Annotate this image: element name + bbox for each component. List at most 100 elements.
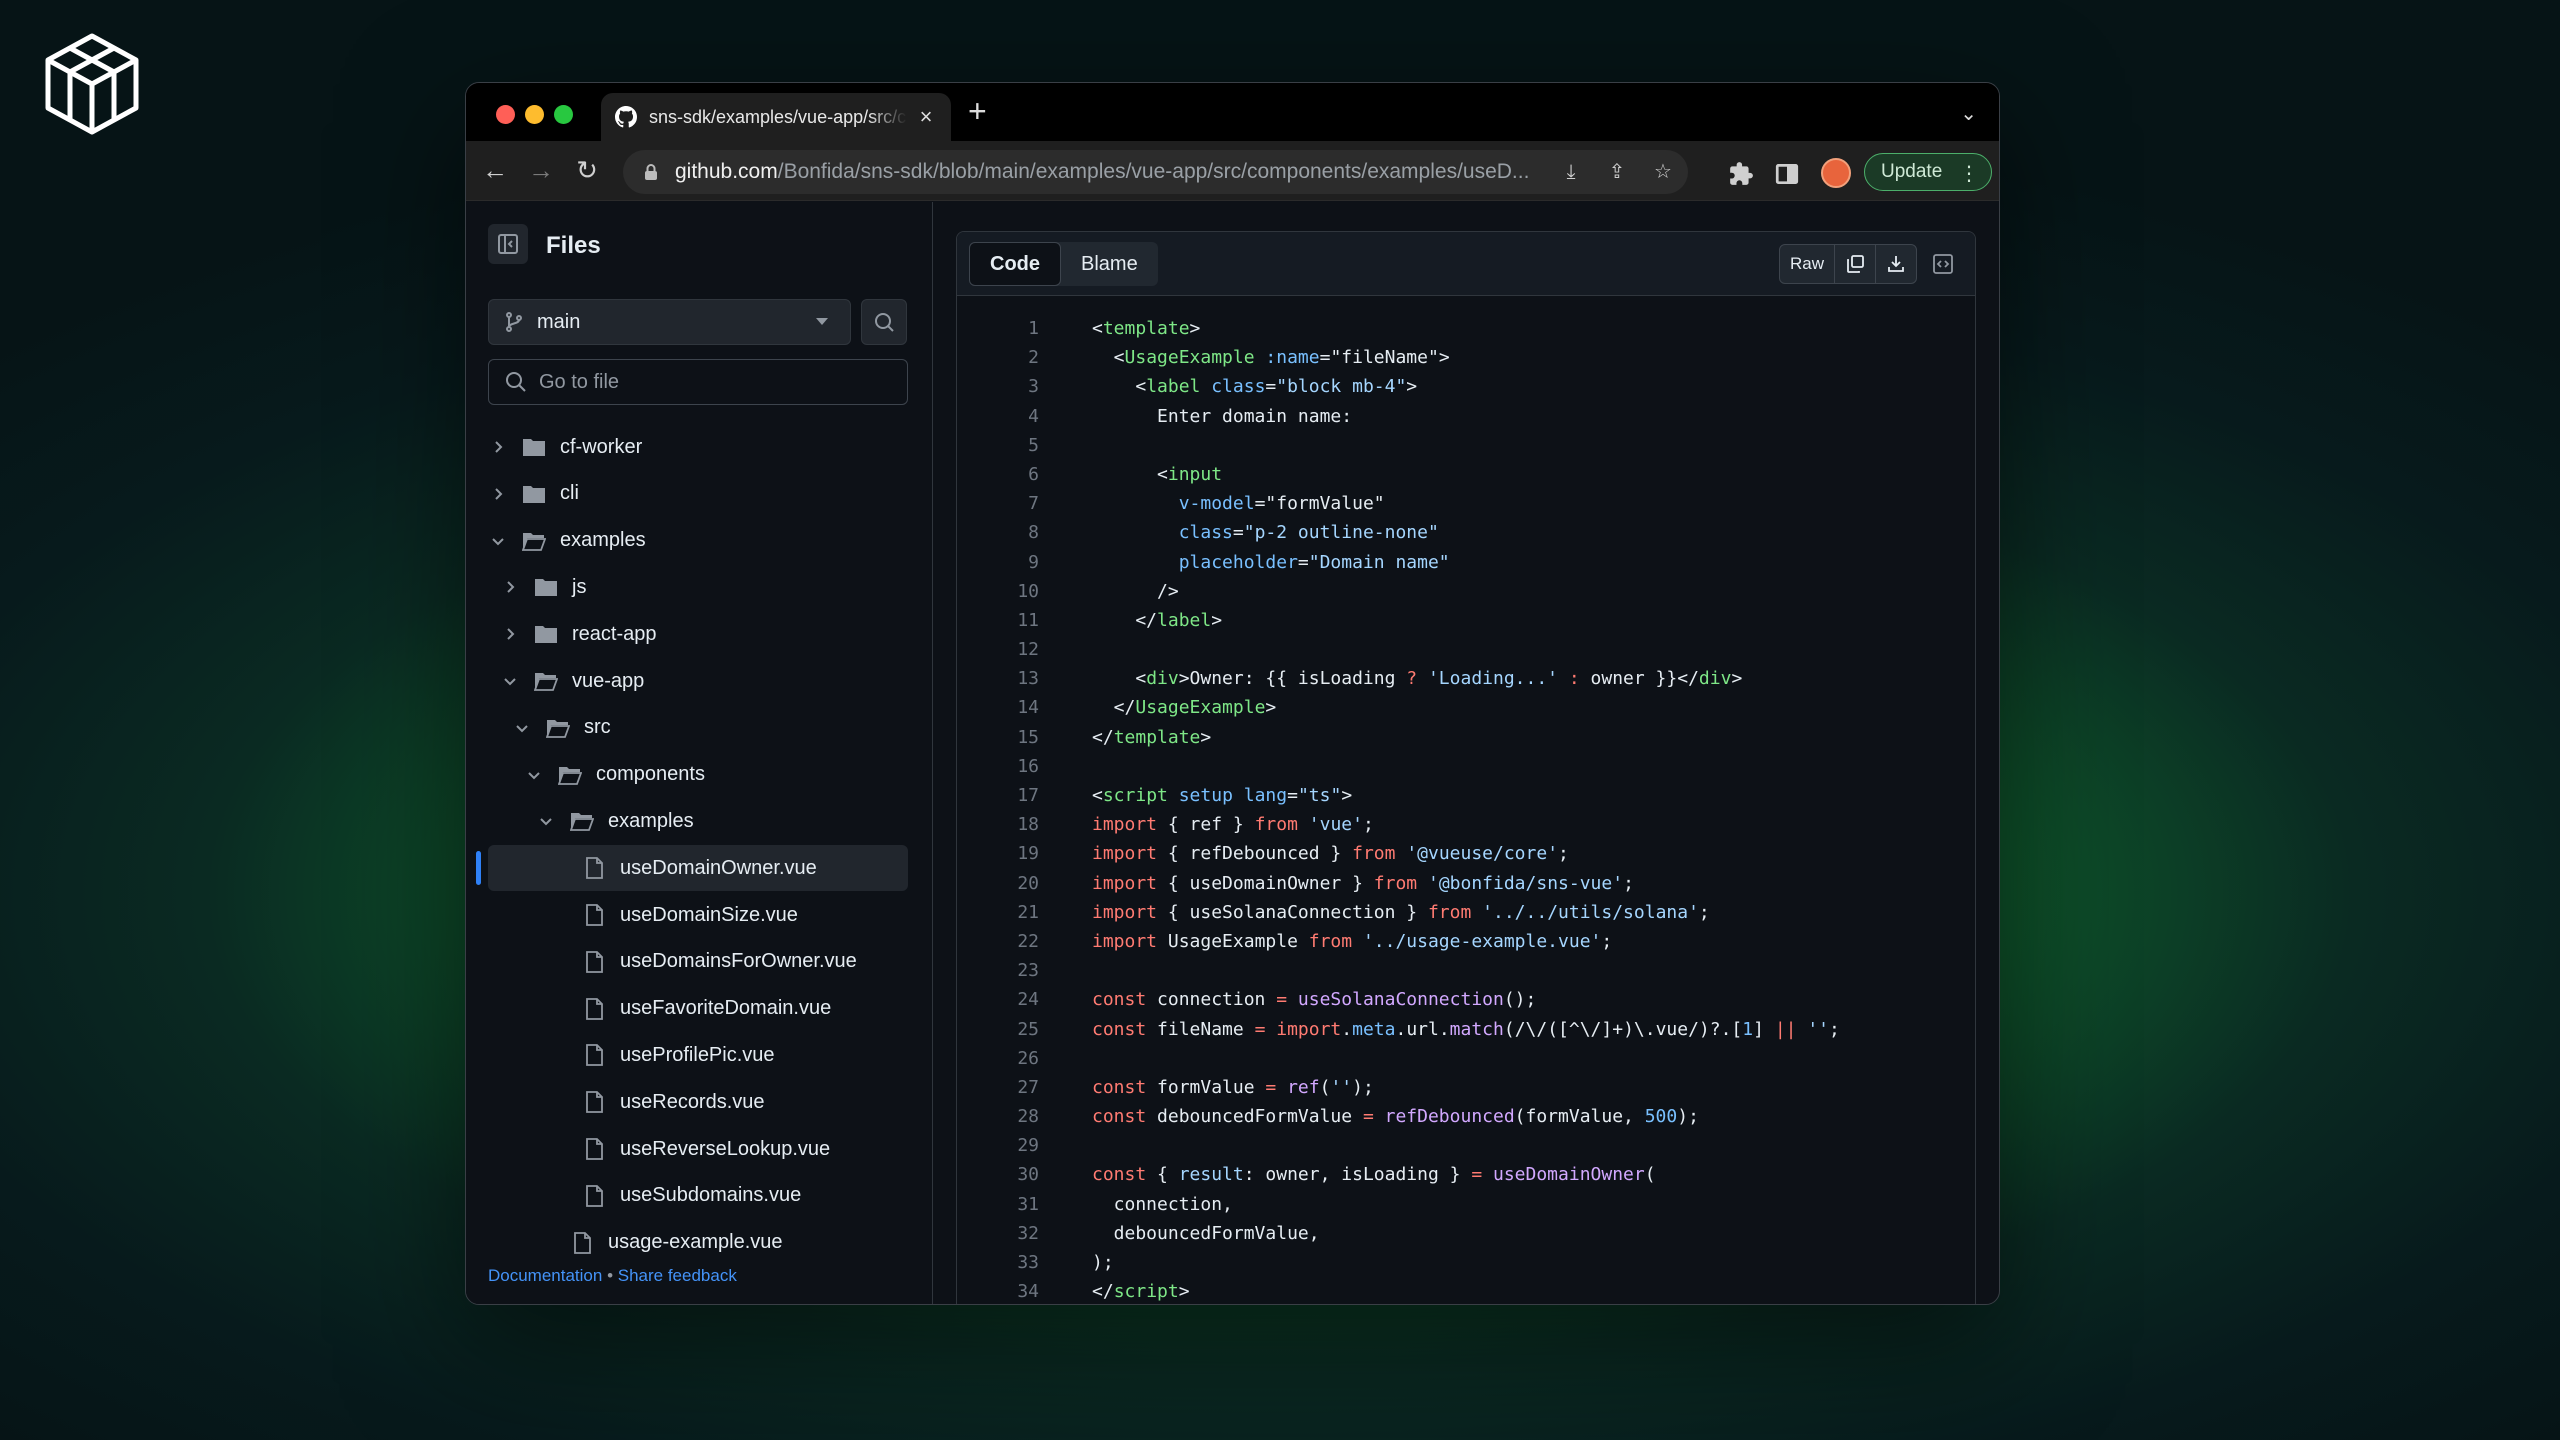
- back-arrow-icon[interactable]: ←: [480, 155, 510, 185]
- code-token: <: [1092, 463, 1168, 485]
- line-number[interactable]: 14: [997, 693, 1039, 722]
- tree-file[interactable]: useRecords.vue: [548, 1079, 968, 1125]
- code-token: =: [1232, 522, 1244, 544]
- code-token: >: [1211, 609, 1223, 631]
- code-token: <: [1092, 318, 1103, 339]
- tab-close-icon[interactable]: ×: [915, 104, 937, 130]
- forward-arrow-icon[interactable]: →: [526, 155, 556, 185]
- update-button[interactable]: Update ⋮: [1864, 153, 1992, 191]
- code-token: 'Loading...': [1427, 668, 1559, 690]
- code-line: 3 <label class="block mb-4">: [957, 372, 1975, 401]
- documentation-link[interactable]: Documentation: [488, 1266, 602, 1285]
- tree-file[interactable]: useProfilePic.vue: [548, 1032, 968, 1078]
- install-icon[interactable]: ⤓: [1558, 159, 1584, 185]
- line-number[interactable]: 11: [997, 606, 1039, 635]
- tab-blame[interactable]: Blame: [1061, 242, 1158, 286]
- line-number[interactable]: 21: [997, 898, 1039, 927]
- tab-code[interactable]: Code: [969, 242, 1061, 286]
- branch-selector[interactable]: main: [488, 299, 851, 345]
- line-number[interactable]: 20: [997, 869, 1039, 898]
- update-label: Update: [1881, 161, 1943, 182]
- line-number[interactable]: 33: [997, 1248, 1039, 1277]
- tree-folder[interactable]: cli: [488, 471, 908, 517]
- line-number[interactable]: 1: [997, 314, 1039, 343]
- address-bar[interactable]: github.com/Bonfida/sns-sdk/blob/main/exa…: [623, 150, 1688, 194]
- line-number[interactable]: 26: [997, 1044, 1039, 1073]
- tree-file[interactable]: useReverseLookup.vue: [548, 1126, 968, 1172]
- line-number[interactable]: 27: [997, 1073, 1039, 1102]
- tree-file[interactable]: useSubdomains.vue: [548, 1173, 968, 1219]
- go-to-file-input[interactable]: [539, 370, 879, 394]
- line-number[interactable]: 8: [997, 518, 1039, 547]
- line-number[interactable]: 32: [997, 1219, 1039, 1248]
- bookmark-star-icon[interactable]: ☆: [1650, 159, 1676, 185]
- code-line: 32 debouncedFormValue,: [957, 1219, 1975, 1248]
- lock-icon: [645, 164, 657, 180]
- tree-folder[interactable]: cf-worker: [488, 424, 908, 470]
- line-number[interactable]: 7: [997, 489, 1039, 518]
- line-number[interactable]: 4: [997, 402, 1039, 431]
- symbols-panel-button[interactable]: [1923, 244, 1963, 284]
- tree-folder[interactable]: vue-app: [500, 658, 920, 704]
- tree-folder[interactable]: components: [524, 752, 944, 798]
- tree-file[interactable]: useFavoriteDomain.vue: [548, 986, 968, 1032]
- tree-folder[interactable]: examples: [536, 798, 956, 844]
- line-number[interactable]: 28: [997, 1102, 1039, 1131]
- close-window-button[interactable]: [496, 105, 515, 124]
- line-number[interactable]: 18: [997, 810, 1039, 839]
- line-number[interactable]: 13: [997, 664, 1039, 693]
- line-number[interactable]: 5: [997, 431, 1039, 460]
- line-number[interactable]: 17: [997, 781, 1039, 810]
- side-panel-icon[interactable]: [1774, 161, 1800, 187]
- tree-file[interactable]: useDomainSize.vue: [548, 892, 968, 938]
- line-number[interactable]: 24: [997, 985, 1039, 1014]
- line-number[interactable]: 2: [997, 343, 1039, 372]
- tree-file[interactable]: useDomainOwner.vue: [488, 845, 908, 892]
- reload-icon[interactable]: ↻: [572, 155, 602, 185]
- download-button[interactable]: [1876, 245, 1916, 283]
- extensions-puzzle-icon[interactable]: [1728, 161, 1754, 187]
- line-number[interactable]: 9: [997, 548, 1039, 577]
- line-number[interactable]: 30: [997, 1160, 1039, 1189]
- code-token: import: [1092, 930, 1158, 952]
- line-number[interactable]: 25: [997, 1015, 1039, 1044]
- line-number[interactable]: 34: [997, 1277, 1039, 1304]
- tab-search-chevron-icon[interactable]: ⌄: [1960, 101, 1977, 126]
- line-number[interactable]: 19: [997, 839, 1039, 868]
- line-number[interactable]: 22: [997, 927, 1039, 956]
- tree-file[interactable]: useDomainsForOwner.vue: [548, 939, 968, 985]
- tree-folder[interactable]: js: [500, 564, 920, 610]
- line-number[interactable]: 29: [997, 1131, 1039, 1160]
- line-number[interactable]: 6: [997, 460, 1039, 489]
- code-token: ();: [1503, 989, 1537, 1011]
- minimize-window-button[interactable]: [525, 105, 544, 124]
- go-to-file-field[interactable]: [488, 359, 908, 405]
- line-number[interactable]: 16: [997, 752, 1039, 781]
- share-feedback-link[interactable]: Share feedback: [618, 1266, 737, 1285]
- line-number[interactable]: 15: [997, 723, 1039, 752]
- raw-button[interactable]: Raw: [1780, 245, 1835, 283]
- code-token: connection,: [1092, 1193, 1233, 1215]
- share-icon[interactable]: ⇪: [1604, 159, 1630, 185]
- maximize-window-button[interactable]: [554, 105, 573, 124]
- line-number[interactable]: 3: [997, 372, 1039, 401]
- search-button[interactable]: [861, 299, 907, 345]
- copy-raw-button[interactable]: [1835, 245, 1876, 283]
- browser-tab[interactable]: sns-sdk/examples/vue-app/src/components/…: [601, 93, 951, 141]
- tree-folder[interactable]: examples: [488, 518, 908, 564]
- code-token: (/\/([^\/]+)\.vue/)?.[: [1503, 1018, 1743, 1040]
- profile-avatar[interactable]: [1821, 158, 1851, 188]
- line-number[interactable]: 12: [997, 635, 1039, 664]
- more-vert-icon[interactable]: ⋮: [1959, 161, 1979, 186]
- tree-folder[interactable]: react-app: [500, 611, 920, 657]
- code-token: '@vueuse/core': [1406, 843, 1559, 865]
- tree-file[interactable]: usage-example.vue: [536, 1220, 956, 1266]
- code-token: 'vue': [1308, 814, 1363, 836]
- line-number[interactable]: 31: [997, 1190, 1039, 1219]
- new-tab-button[interactable]: +: [968, 95, 987, 127]
- collapse-sidebar-button[interactable]: [488, 224, 528, 264]
- tree-folder[interactable]: src: [512, 705, 932, 751]
- line-number[interactable]: 23: [997, 956, 1039, 985]
- line-number[interactable]: 10: [997, 577, 1039, 606]
